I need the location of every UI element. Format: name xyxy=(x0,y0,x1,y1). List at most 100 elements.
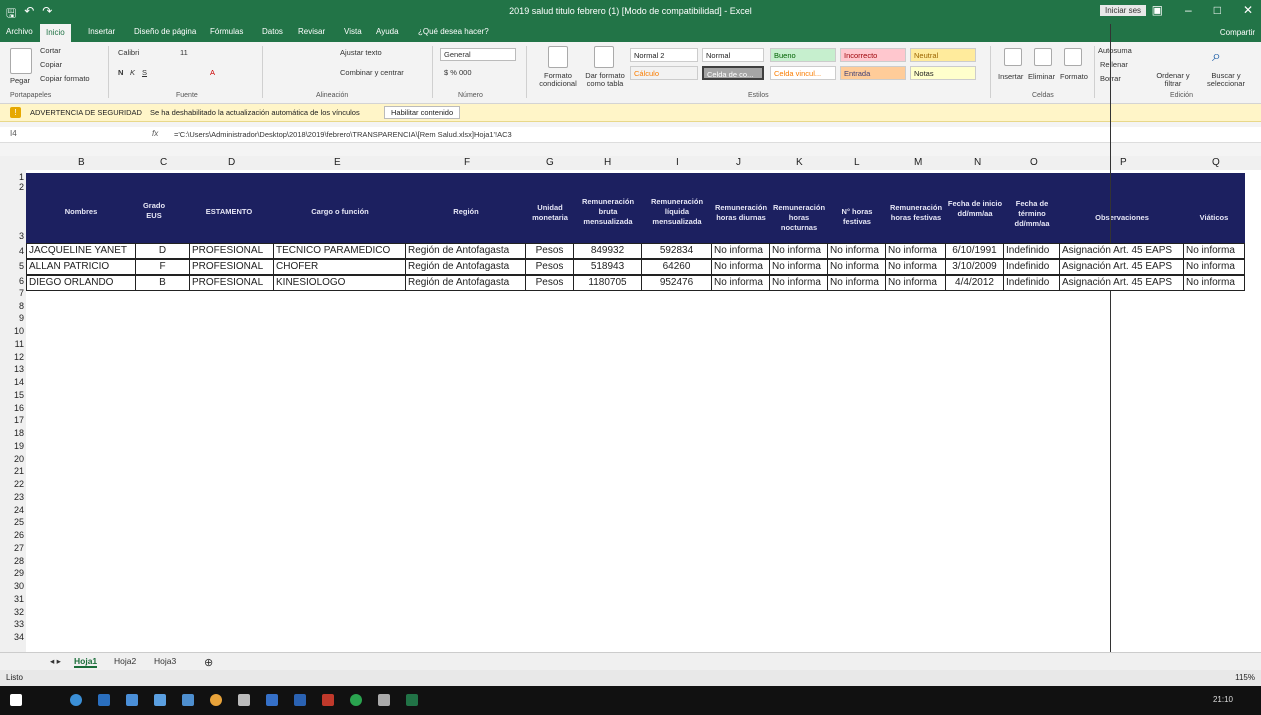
style-entrada[interactable]: Entrada xyxy=(840,66,906,80)
row-header[interactable]: 10 xyxy=(8,326,24,336)
fx-icon[interactable]: fx xyxy=(152,129,158,138)
table-cell[interactable]: No informa xyxy=(886,275,946,291)
row-header[interactable]: 30 xyxy=(8,581,24,591)
formula-input[interactable]: ='C:\Users\Administrador\Desktop\2018\20… xyxy=(174,130,512,139)
column-header[interactable]: L xyxy=(854,157,860,168)
insert-cells-button[interactable]: Insertar xyxy=(998,72,1023,81)
row-header[interactable]: 9 xyxy=(8,313,24,323)
row-header[interactable]: 26 xyxy=(8,530,24,540)
sheet-tab-hoja1[interactable]: Hoja1 xyxy=(74,656,98,668)
table-cell[interactable]: No informa xyxy=(770,259,828,275)
copy-button[interactable]: Copiar xyxy=(40,60,62,69)
row-header[interactable]: 21 xyxy=(8,466,24,476)
font-color-icon[interactable]: A xyxy=(210,68,215,77)
row-header[interactable]: 13 xyxy=(8,364,24,374)
font-size-select[interactable]: 11 xyxy=(180,48,188,57)
column-header[interactable]: D xyxy=(228,157,235,168)
bold-button[interactable]: N xyxy=(118,68,123,77)
style-celda-vinculada[interactable]: Celda vincul... xyxy=(770,66,836,80)
table-cell[interactable]: No informa xyxy=(770,243,828,259)
format-as-table-button[interactable]: Dar formato como tabla xyxy=(584,72,626,88)
minimize-icon[interactable]: – xyxy=(1185,3,1192,17)
enable-content-button[interactable]: Habilitar contenido xyxy=(384,106,461,119)
row-header[interactable]: 19 xyxy=(8,441,24,451)
close-icon[interactable]: ✕ xyxy=(1243,3,1253,17)
row-header[interactable]: 7 xyxy=(8,288,24,298)
table-cell[interactable]: Región de Antofagasta xyxy=(406,275,526,291)
row-header[interactable]: 28 xyxy=(8,556,24,566)
row-header[interactable]: 2 xyxy=(8,182,24,192)
style-calculo[interactable]: Cálculo xyxy=(630,66,698,80)
table-cell[interactable]: 3/10/2009 xyxy=(946,259,1004,275)
table-cell[interactable]: Asignación Art. 45 EAPS xyxy=(1060,275,1184,291)
table-cell[interactable]: Indefinido xyxy=(1004,243,1060,259)
maximize-icon[interactable]: □ xyxy=(1214,3,1221,17)
row-header[interactable]: 5 xyxy=(8,261,24,271)
tab-insertar[interactable]: Insertar xyxy=(88,27,115,36)
pdf-icon[interactable] xyxy=(322,694,334,706)
files-icon[interactable] xyxy=(126,694,138,706)
add-sheet-icon[interactable]: ⊕ xyxy=(204,656,213,669)
column-header[interactable]: M xyxy=(914,157,922,168)
table-cell[interactable]: No informa xyxy=(886,243,946,259)
find-select-button[interactable]: Buscar y seleccionar xyxy=(1198,72,1254,88)
row-header[interactable]: 34 xyxy=(8,632,24,642)
mail-icon[interactable] xyxy=(154,694,166,706)
column-header[interactable]: K xyxy=(796,157,803,168)
table-cell[interactable]: No informa xyxy=(712,259,770,275)
table-cell[interactable]: KINESIOLOGO xyxy=(274,275,406,291)
tab-datos[interactable]: Datos xyxy=(262,27,283,36)
zoom-level[interactable]: 115% xyxy=(1235,673,1255,682)
column-header[interactable]: B xyxy=(78,157,85,168)
row-header[interactable]: 6 xyxy=(8,276,24,286)
row-header[interactable]: 25 xyxy=(8,517,24,527)
table-cell[interactable]: No informa xyxy=(886,259,946,275)
phone-icon[interactable] xyxy=(266,694,278,706)
column-header[interactable]: N xyxy=(974,157,981,168)
tool-icon[interactable] xyxy=(378,694,390,706)
tab-inicio[interactable]: Inicio xyxy=(40,24,71,42)
table-cell[interactable]: Asignación Art. 45 EAPS xyxy=(1060,259,1184,275)
sheet-tab-hoja2[interactable]: Hoja2 xyxy=(114,656,136,666)
table-cell[interactable]: 4/4/2012 xyxy=(946,275,1004,291)
table-cell[interactable]: PROFESIONAL xyxy=(190,275,274,291)
table-cell[interactable]: No informa xyxy=(1184,259,1245,275)
table-cell[interactable]: F xyxy=(136,259,190,275)
merge-center-button[interactable]: Combinar y centrar xyxy=(340,68,404,77)
tab-formulas[interactable]: Fórmulas xyxy=(210,27,243,36)
row-header[interactable]: 3 xyxy=(8,231,24,241)
conditional-format-button[interactable]: Formato condicional xyxy=(534,72,582,88)
tab-diseno[interactable]: Diseño de página xyxy=(134,27,196,36)
table-cell[interactable]: No informa xyxy=(1184,243,1245,259)
table-cell[interactable]: 64260 xyxy=(642,259,712,275)
photos-icon[interactable] xyxy=(182,694,194,706)
conditional-format-icon[interactable] xyxy=(548,46,568,68)
row-header[interactable]: 29 xyxy=(8,568,24,578)
row-header[interactable]: 23 xyxy=(8,492,24,502)
table-cell[interactable]: No informa xyxy=(828,243,886,259)
calculator-icon[interactable] xyxy=(238,694,250,706)
format-cells-button[interactable]: Formato xyxy=(1060,72,1088,81)
name-box[interactable]: I4 xyxy=(10,129,17,138)
table-cell[interactable]: 592834 xyxy=(642,243,712,259)
column-header[interactable]: P xyxy=(1120,157,1127,168)
column-header[interactable]: H xyxy=(604,157,611,168)
table-cell[interactable]: No informa xyxy=(828,275,886,291)
style-notas[interactable]: Notas xyxy=(910,66,976,80)
table-cell[interactable]: 952476 xyxy=(642,275,712,291)
column-header[interactable]: F xyxy=(464,157,470,168)
table-cell[interactable]: ALLAN PATRICIO xyxy=(26,259,136,275)
cut-button[interactable]: Cortar xyxy=(40,46,61,55)
row-header[interactable]: 32 xyxy=(8,607,24,617)
table-cell[interactable]: No informa xyxy=(1184,275,1245,291)
row-header[interactable]: 18 xyxy=(8,428,24,438)
sheet-tab-hoja3[interactable]: Hoja3 xyxy=(154,656,176,666)
table-cell[interactable]: Pesos xyxy=(526,275,574,291)
currency-icon[interactable]: $ % 000 xyxy=(444,68,472,77)
style-normal[interactable]: Normal xyxy=(702,48,764,62)
format-cells-icon[interactable] xyxy=(1064,48,1082,66)
table-cell[interactable]: D xyxy=(136,243,190,259)
paste-icon[interactable] xyxy=(10,48,32,74)
font-name-select[interactable]: Calibri xyxy=(118,48,139,57)
table-cell[interactable]: No informa xyxy=(712,275,770,291)
